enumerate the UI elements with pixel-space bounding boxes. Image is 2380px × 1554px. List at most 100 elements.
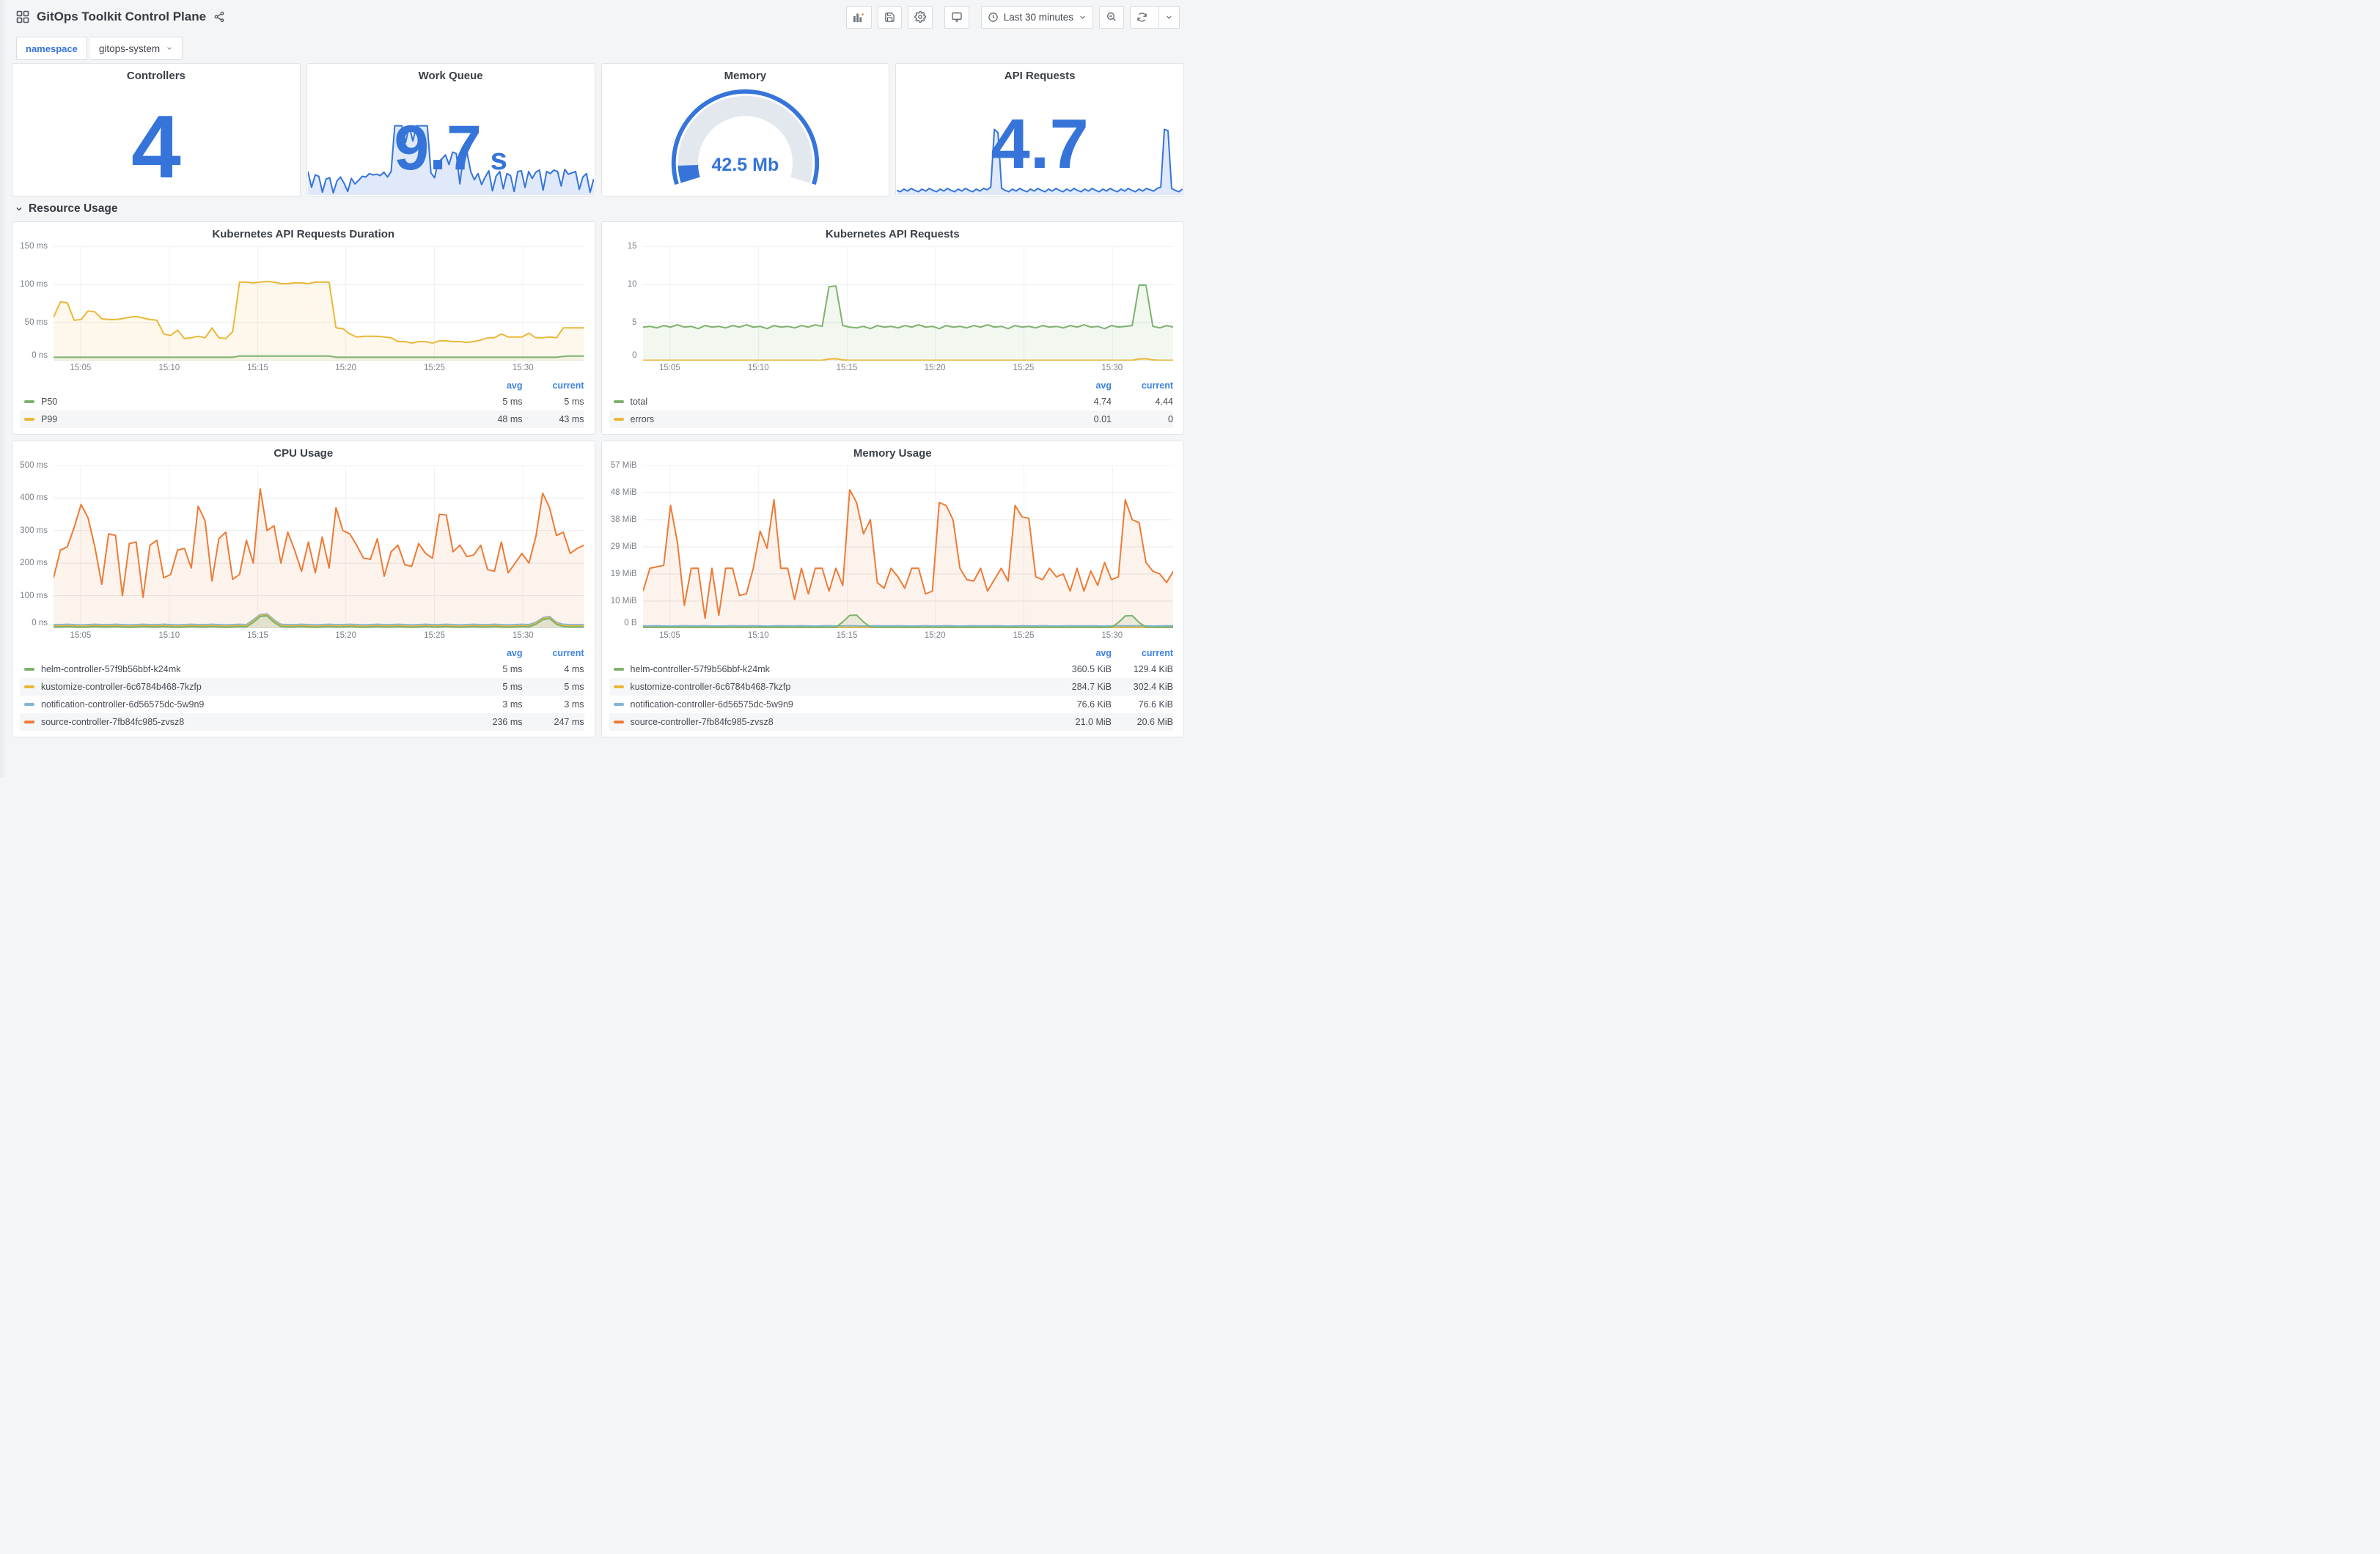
panel-controllers: Controllers 4 — [12, 63, 301, 196]
namespace-variable: namespace gitops-system — [16, 37, 183, 60]
panel-work-queue: Work Queue 9.7 s — [306, 63, 595, 196]
panel-title[interactable]: Kubernetes API Requests Duration — [12, 222, 595, 242]
series-color-dash — [24, 703, 34, 706]
zoom-out-icon — [1106, 11, 1117, 23]
tv-icon — [951, 11, 963, 23]
legend-series-toggle[interactable]: helm-controller-57f9b56bbf-k24mk — [609, 664, 1045, 674]
legend-sort-current[interactable]: current — [523, 648, 584, 658]
share-icon[interactable] — [213, 11, 225, 23]
legend-avg-value: 48 ms — [497, 414, 523, 424]
namespace-variable-label: namespace — [16, 37, 87, 60]
legend-series-toggle[interactable]: source-controller-7fb84fc985-zvsz8 — [20, 717, 455, 727]
dashboard-toolbar: Last 30 minutes — [845, 5, 1180, 29]
y-axis-labels: 0 ns 100 ms 200 ms 300 ms 400 ms 500 ms — [12, 461, 54, 628]
chart-plot-area[interactable] — [54, 465, 584, 628]
panel-title[interactable]: Work Queue — [307, 64, 595, 84]
memory-gauge-value: 42.5 Mb — [711, 155, 779, 176]
legend-series-toggle[interactable]: notification-controller-6d56575dc-5w9n9 — [609, 699, 1045, 710]
panel-title[interactable]: CPU Usage — [12, 441, 595, 461]
panel-k8s-api-requests: Kubernetes API Requests 0 5 10 15 15:05 15:10 1… — [600, 221, 1184, 435]
panel-title[interactable]: Memory — [602, 64, 889, 84]
legend-current-value: 3 ms — [564, 699, 584, 710]
legend-sort-avg[interactable]: avg — [455, 648, 523, 658]
cycle-view-mode-button[interactable] — [944, 5, 969, 29]
y-axis-tick: 0 — [632, 351, 637, 360]
x-axis-tick: 15:15 — [247, 631, 268, 640]
legend-current-value: 5 ms — [564, 397, 584, 407]
refresh-dashboard-button[interactable] — [1131, 7, 1153, 28]
panel-title[interactable]: Memory Usage — [602, 441, 1184, 461]
legend-sort-current[interactable]: current — [523, 380, 584, 391]
zoom-out-time-button[interactable] — [1099, 5, 1124, 29]
legend-row: kustomize-controller-6c6784b468-7kzfp 5 m… — [20, 678, 584, 696]
legend-sort-avg[interactable]: avg — [455, 380, 523, 391]
dashboard-header: GitOps Toolkit Control Plane Last 30 min… — [6, 0, 1190, 34]
save-dashboard-button[interactable] — [877, 5, 902, 29]
legend-row: source-controller-7fb84fc985-zvsz8 236 ms… — [20, 713, 584, 731]
panel-k8s-api-requests-duration: Kubernetes API Requests Duration 0 ns 50 m… — [12, 221, 595, 435]
window-edge-scrollbar[interactable] — [0, 0, 6, 777]
controllers-value: 4 — [131, 97, 181, 196]
time-range-picker[interactable]: Last 30 minutes — [980, 5, 1093, 29]
series-color-dash — [613, 685, 624, 688]
chart-plot-area[interactable] — [642, 465, 1173, 628]
legend-sort-current[interactable]: current — [1112, 380, 1173, 391]
legend-series-toggle[interactable]: errors — [609, 414, 1045, 424]
legend-row: kustomize-controller-6c6784b468-7kzfp 284… — [609, 678, 1173, 696]
chart-legend: avg current total 4.74 4.44 errors 0.01 0 — [602, 377, 1184, 434]
chart-legend: avg current P50 5 ms 5 ms P99 48 ms 43 ms — [12, 377, 595, 434]
namespace-variable-value[interactable]: gitops-system — [89, 37, 183, 60]
chevron-down-icon — [1165, 13, 1173, 21]
series-color-dash — [24, 721, 34, 723]
legend-series-toggle[interactable]: notification-controller-6d56575dc-5w9n9 — [20, 699, 455, 710]
chevron-down-icon — [1079, 13, 1087, 21]
dashboard-settings-button[interactable] — [907, 5, 933, 29]
legend-series-toggle[interactable]: kustomize-controller-6c6784b468-7kzfp — [20, 682, 455, 692]
legend-sort-avg[interactable]: avg — [1044, 648, 1112, 658]
legend-sort-avg[interactable]: avg — [1044, 380, 1112, 391]
legend-series-toggle[interactable]: helm-controller-57f9b56bbf-k24mk — [20, 664, 455, 674]
x-axis-tick: 15:20 — [335, 631, 357, 640]
panel-title[interactable]: Controllers — [12, 64, 300, 84]
add-panel-button[interactable] — [845, 5, 872, 29]
save-icon — [884, 12, 895, 23]
chart-plot-area[interactable] — [642, 246, 1173, 361]
series-color-dash — [24, 668, 34, 671]
series-color-dash — [613, 721, 624, 723]
x-axis-labels: 15:05 15:10 15:15 15:20 15:25 15:30 — [54, 362, 584, 377]
x-axis-tick: 15:10 — [158, 631, 180, 640]
legend-header: avg current — [609, 646, 1173, 660]
panel-title[interactable]: API Requests — [896, 64, 1183, 84]
legend-sort-current[interactable]: current — [1112, 648, 1173, 658]
legend-header: avg current — [609, 378, 1173, 393]
refresh-interval-dropdown[interactable] — [1158, 6, 1179, 28]
x-axis-tick: 15:20 — [335, 364, 357, 372]
y-axis-tick: 0 ns — [32, 619, 48, 627]
clock-icon — [988, 12, 999, 23]
x-axis-tick: 15:25 — [1013, 631, 1035, 640]
legend-avg-value: 236 ms — [492, 717, 523, 727]
legend-current-value: 5 ms — [564, 682, 584, 692]
row-resource-usage[interactable]: Resource Usage — [6, 196, 1190, 221]
legend-row: source-controller-7fb84fc985-zvsz8 21.0 M… — [609, 713, 1173, 731]
row-title: Resource Usage — [29, 202, 118, 215]
legend-series-toggle[interactable]: P50 — [20, 397, 455, 407]
legend-series-toggle[interactable]: kustomize-controller-6c6784b468-7kzfp — [609, 682, 1045, 692]
panel-title[interactable]: Kubernetes API Requests — [602, 222, 1184, 242]
legend-current-value: 76.6 KiB — [1138, 699, 1173, 710]
legend-series-toggle[interactable]: source-controller-7fb84fc985-zvsz8 — [609, 717, 1045, 727]
series-color-dash — [24, 400, 34, 403]
x-axis-labels: 15:05 15:10 15:15 15:20 15:25 15:30 — [643, 362, 1174, 377]
x-axis-tick: 15:30 — [512, 631, 534, 640]
x-axis-tick: 15:25 — [424, 364, 445, 372]
legend-series-toggle[interactable]: P99 — [20, 414, 455, 424]
chart-legend: avg current helm-controller-57f9b56bbf-k24… — [602, 644, 1184, 737]
chart-plot-area[interactable] — [54, 246, 584, 361]
stats-row: Controllers 4 Work Queue 9.7 s Memory 42… — [12, 63, 1184, 196]
series-color-dash — [24, 685, 34, 688]
x-axis-tick: 15:25 — [1013, 364, 1035, 372]
series-color-dash — [613, 400, 624, 403]
panel-memory: Memory 42.5 Mb — [600, 63, 890, 196]
legend-series-toggle[interactable]: total — [609, 397, 1045, 407]
y-axis-tick: 10 — [627, 279, 637, 289]
